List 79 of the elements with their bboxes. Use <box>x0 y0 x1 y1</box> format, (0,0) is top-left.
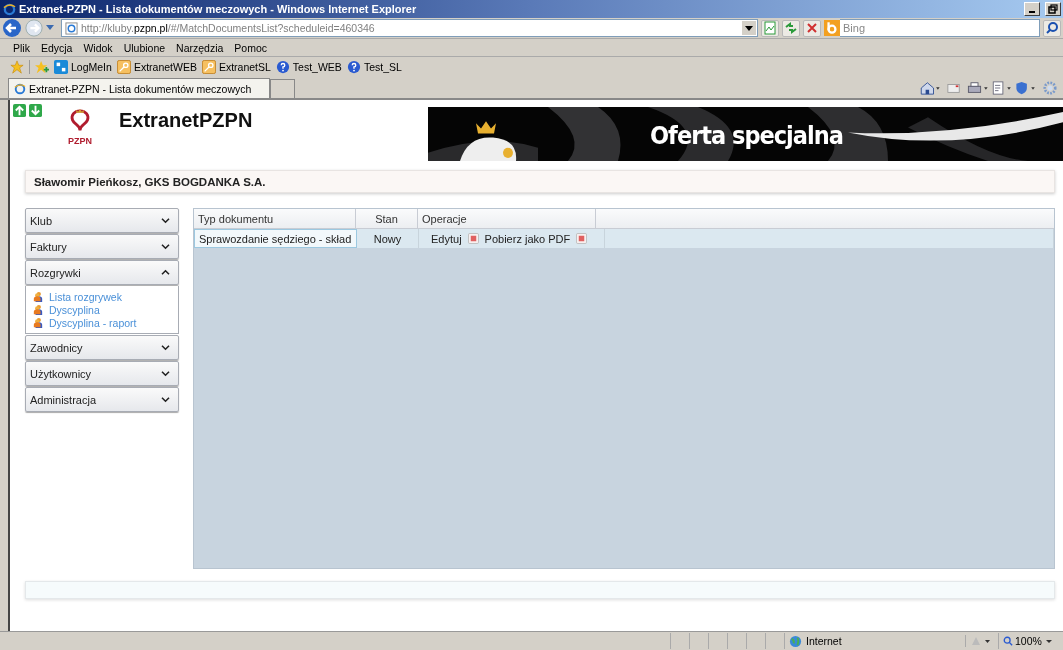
restore-icon <box>1048 4 1058 14</box>
close-icon <box>805 21 819 35</box>
banner-headline: Oferta specjalna <box>650 121 843 150</box>
user-name: Sławomir Pieńkosz, GKS BOGDANKA S.A. <box>34 175 266 188</box>
menu-item[interactable]: Pomoc <box>234 41 268 54</box>
printer-icon[interactable] <box>967 81 989 95</box>
sidebar-section[interactable]: Rozgrywki <box>25 260 179 285</box>
refresh-icon <box>784 21 798 35</box>
page-menu-icon[interactable] <box>991 81 1013 95</box>
browser-tab[interactable]: Extranet-PZPN - Lista dokumentów meczowych <box>8 78 270 98</box>
sidebar-section[interactable]: Zawodnicy <box>25 335 179 360</box>
document-icon[interactable] <box>467 233 479 244</box>
document-icon[interactable] <box>576 233 588 244</box>
search-icon <box>1045 21 1059 35</box>
column-header[interactable]: Stan <box>356 209 418 228</box>
key-icon <box>201 60 216 74</box>
minimize-icon <box>1029 11 1035 13</box>
site-title: ExtranetPZPN <box>119 109 253 132</box>
search-field[interactable]: Bing <box>840 19 1040 37</box>
people-icon <box>33 291 43 303</box>
address-field[interactable]: http://kluby.pzpn.pl/#/MatchDocumentsList?scheduleid=460346 <box>61 19 758 37</box>
favorite-link[interactable]: Test_SL <box>346 60 402 74</box>
table-cell: Nowy <box>357 229 419 248</box>
column-header[interactable]: Typ dokumentu <box>194 209 356 228</box>
logo-text: PZPN <box>68 136 92 146</box>
favorite-link[interactable]: Test_WEB <box>275 60 342 74</box>
chart-page-icon <box>763 21 777 35</box>
menu-item[interactable]: Ulubione <box>123 41 166 54</box>
table-cell: Sprawozdanie sędziego - skład <box>194 229 357 248</box>
sidebar-section[interactable]: Faktury <box>25 234 179 259</box>
favorite-link[interactable]: LogMeIn <box>54 60 112 74</box>
refresh-button[interactable] <box>782 19 800 37</box>
edit-link[interactable]: Edytuj <box>431 232 462 245</box>
favorites-star-icon[interactable] <box>10 60 24 74</box>
new-tab-button[interactable] <box>270 79 295 98</box>
sidebar-section[interactable]: Użytkownicy <box>25 361 179 386</box>
help-icon <box>275 60 290 74</box>
people-icon <box>33 317 43 329</box>
history-caret-icon[interactable] <box>46 25 54 31</box>
address-dropdown-icon[interactable] <box>742 21 756 35</box>
arrow-up-icon[interactable] <box>13 104 26 117</box>
globe-icon <box>789 634 802 648</box>
browser-logo-icon <box>3 2 16 16</box>
menu-item[interactable]: Plik <box>13 41 30 54</box>
people-icon <box>33 304 43 316</box>
add-favorite-icon[interactable] <box>35 60 49 74</box>
help-icon <box>346 60 361 74</box>
download-pdf-link[interactable]: Pobierz jako PDF <box>484 232 571 245</box>
page-icon <box>14 82 26 95</box>
app-tile-icon <box>54 60 68 74</box>
favorite-link[interactable]: ExtranetWEB <box>116 60 197 74</box>
menu-item[interactable]: Widok <box>83 41 113 54</box>
back-button[interactable] <box>2 18 22 38</box>
search-button[interactable] <box>1043 19 1061 37</box>
promo-banner[interactable]: Oferta specjalna <box>428 107 1063 161</box>
arrow-down-icon[interactable] <box>29 104 42 117</box>
column-header[interactable]: Operacje <box>418 209 596 228</box>
sidebar-link[interactable]: Lista rozgrywek <box>33 291 171 303</box>
sidebar-section[interactable]: Klub <box>25 208 179 233</box>
sidebar-link[interactable]: Dyscyplina <box>33 304 171 316</box>
favorite-link[interactable]: ExtranetSL <box>201 60 271 74</box>
compatibility-button[interactable] <box>761 19 779 37</box>
magnifier-icon <box>1003 636 1013 646</box>
sidebar-section[interactable]: Administracja <box>25 387 179 412</box>
zone-label: Internet <box>806 635 842 647</box>
home-icon[interactable] <box>919 81 941 95</box>
window-title: Extranet-PZPN - Lista dokumentów meczowych - Windows Internet Explorer <box>19 3 417 15</box>
sidebar-link[interactable]: Dyscyplina - raport <box>33 317 171 329</box>
shield-icon[interactable] <box>1015 81 1037 95</box>
menu-item[interactable]: Edycja <box>40 41 73 54</box>
minimize-button[interactable] <box>1024 2 1040 16</box>
key-icon <box>116 60 131 74</box>
zoom-level[interactable]: 100% <box>998 633 1063 649</box>
stop-button[interactable] <box>803 19 821 37</box>
restore-button[interactable] <box>1045 2 1061 16</box>
menu-item[interactable]: Narzędzia <box>176 41 224 54</box>
page-icon <box>65 21 78 35</box>
search-provider-icon <box>824 20 840 36</box>
protected-mode-icon[interactable] <box>965 635 992 647</box>
